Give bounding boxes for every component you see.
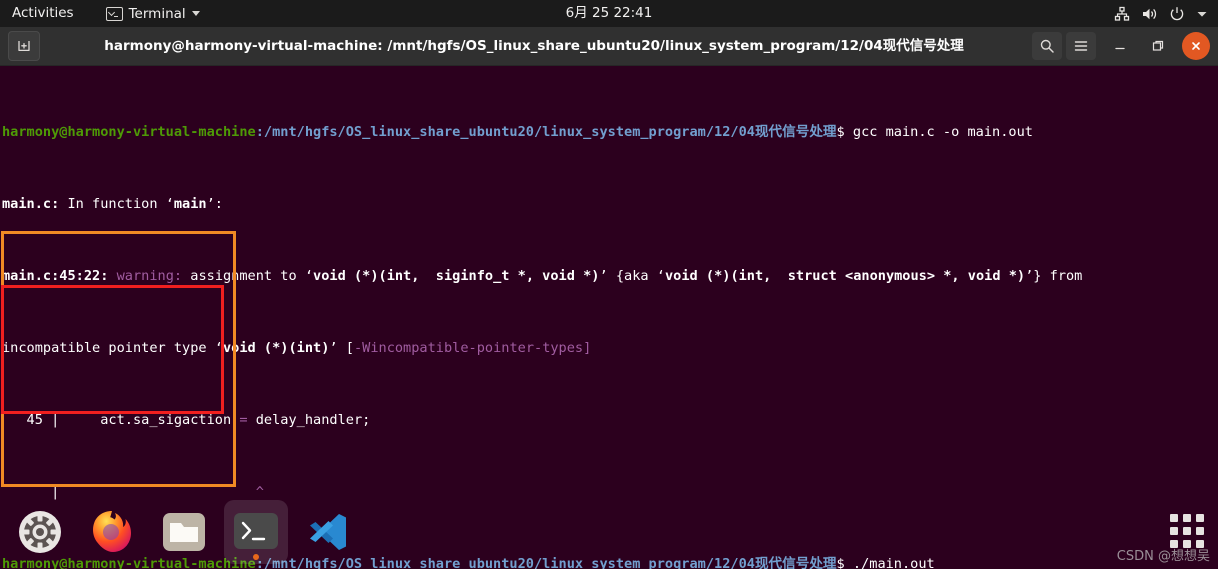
gcc-line2-e: ’} from [1025,268,1083,284]
gcc-equals-sign: = [239,412,248,428]
grid-dot [1183,527,1191,535]
gcc-line3-a: incompatible pointer type ‘ [2,340,223,356]
new-tab-button[interactable] [8,31,40,61]
hamburger-menu-button[interactable] [1066,32,1096,60]
gcc-line2-a: assignment to ‘ [182,268,314,284]
gcc-line3-c: ’ [ [329,340,354,356]
vscode-icon [310,514,346,550]
app-menu-terminal[interactable]: Terminal [98,0,208,27]
power-icon [1169,6,1185,22]
app-menu-label: Terminal [128,5,186,22]
tray-chevron-down-icon [1196,8,1208,20]
dock-item-vscode[interactable] [296,500,360,564]
search-button[interactable] [1032,32,1062,60]
folder-icon [163,513,205,551]
grid-dot [1196,527,1204,535]
dock-item-firefox[interactable] [80,500,144,564]
dock-item-files[interactable] [152,500,216,564]
gcc-type-aka: void (*)(int, struct <anonymous> *, void… [664,268,1026,284]
gcc-line1-text: In function ‘ [59,196,174,212]
terminal-icon [105,6,123,21]
dock-item-settings[interactable] [8,500,72,564]
gcc-type-expected: void (*)(int) [222,340,330,356]
grid-dot [1170,527,1178,535]
terminal-body[interactable]: harmony@harmony-virtual-machine:/mnt/hgf… [0,66,1218,569]
prompt-path: :/mnt/hgfs/OS_linux_share_ubuntu20/linux… [255,124,837,140]
gcc-line-number: 45 | [2,412,60,428]
gcc-warning-flag: -Wincompatible-pointer-types [353,340,584,356]
gcc-location: main.c:45:22: [2,268,109,284]
maximize-button[interactable] [1144,32,1172,60]
prompt-user-host: harmony@harmony-virtual-machine [2,124,256,140]
gear-icon [19,511,61,553]
top-bar-left-group: Activities Terminal [0,0,208,27]
csdn-watermark: CSDN @想想吴 [1116,549,1210,564]
window-title: harmony@harmony-virtual-machine: /mnt/hg… [104,38,964,54]
dock-item-terminal[interactable] [224,500,288,564]
gcc-function-name: main [173,196,207,212]
command-gcc: gcc main.c -o main.out [852,124,1033,140]
grid-dot [1170,514,1178,522]
gcc-source-code-b: delay_handler; [247,412,371,428]
activities-button[interactable]: Activities [0,0,84,27]
show-applications-button[interactable] [1170,514,1204,548]
grid-dot [1183,514,1191,522]
gcc-file-label: main.c: [2,196,60,212]
window-titlebar[interactable]: harmony@harmony-virtual-machine: /mnt/hg… [0,27,1218,66]
terminal-icon [234,513,278,549]
ubuntu-dock [0,496,1218,568]
volume-icon [1141,6,1158,22]
minimize-button[interactable] [1106,32,1134,60]
prompt-sigil: $ [836,124,853,140]
close-button[interactable] [1182,32,1210,60]
window-controls [1032,27,1210,65]
system-tray[interactable] [1114,0,1208,27]
gcc-line-2: main.c:45:22: warning: assignment to ‘vo… [2,267,1218,285]
grid-dot [1196,514,1204,522]
gcc-line3-d: ] [583,340,592,356]
gnome-top-bar: Activities Terminal 6月 25 22:41 [0,0,1218,27]
chevron-down-icon [191,11,200,16]
gcc-type-actual: void (*)(int, siginfo_t *, void *) [313,268,600,284]
terminal-prompt-line-1: harmony@harmony-virtual-machine:/mnt/hgf… [2,123,1218,141]
gcc-line-3: incompatible pointer type ‘void (*)(int)… [2,339,1218,357]
desktop-screen: Activities Terminal 6月 25 22:41 harmony@… [0,0,1218,569]
network-icon [1114,6,1130,22]
gcc-warning-label: warning: [108,268,183,284]
terminal-output: harmony@harmony-virtual-machine:/mnt/hgf… [2,69,1218,569]
gcc-source-code-a: act.sa_sigaction [59,412,240,428]
gcc-line1-end: ’: [206,196,223,212]
terminal-window: harmony@harmony-virtual-machine: /mnt/hg… [0,27,1218,569]
gcc-source-line: 45 | act.sa_sigaction = delay_handler; [2,411,1218,429]
firefox-icon [93,511,131,552]
gcc-line2-c: ’ {aka ‘ [599,268,665,284]
gcc-line-1: main.c: In function ‘main’: [2,195,1218,213]
